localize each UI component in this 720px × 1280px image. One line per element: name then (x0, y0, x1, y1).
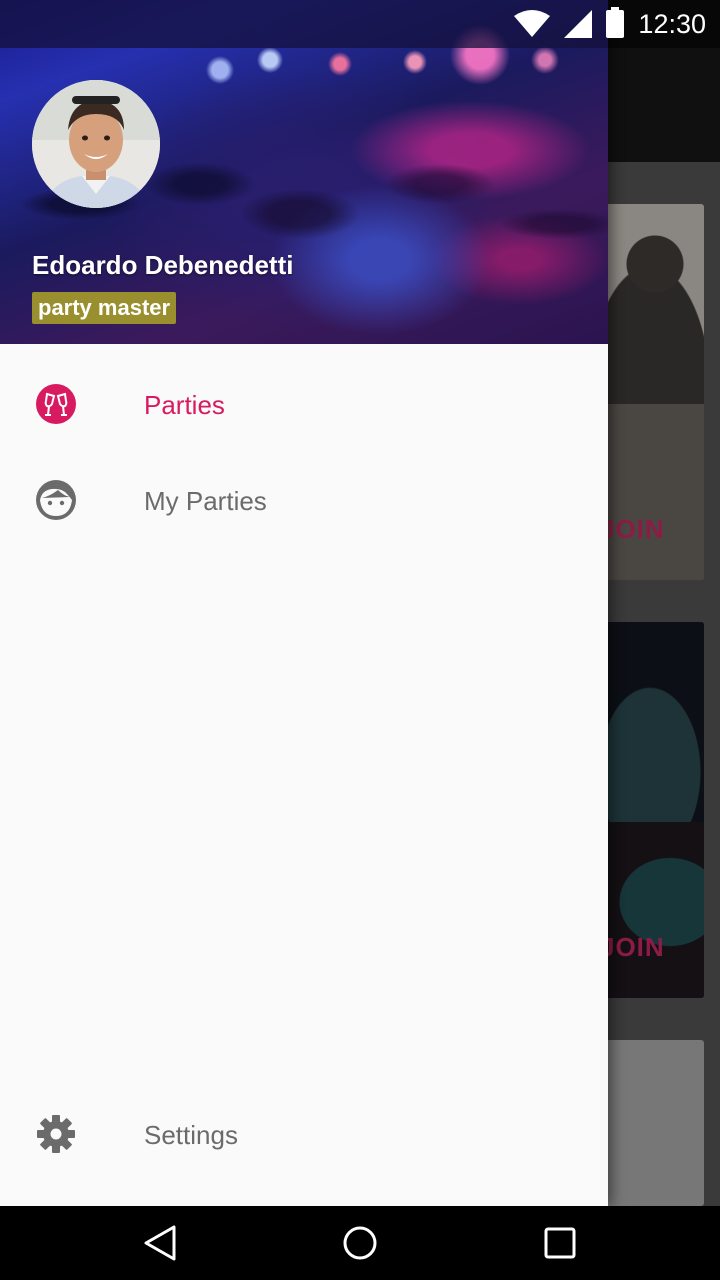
user-name: Edoardo Debenedetti (32, 250, 294, 280)
home-icon[interactable] (332, 1216, 388, 1270)
battery-icon (606, 7, 625, 38)
recents-icon[interactable] (532, 1216, 588, 1270)
menu-item-label: Settings (144, 1120, 238, 1150)
join-button: JOIN (600, 514, 665, 544)
status-bar: 12:30 (0, 0, 720, 48)
drawer-header: Edoardo Debenedetti party master (0, 0, 608, 344)
menu-item-parties[interactable]: Parties (0, 356, 608, 452)
menu-item-settings[interactable]: Settings (0, 1086, 608, 1182)
clock: 12:30 (638, 8, 706, 39)
menu-item-label: My Parties (144, 486, 267, 516)
wifi-icon (514, 10, 551, 37)
signal-icon (564, 10, 593, 38)
avatar-photo (32, 80, 160, 208)
gear-icon (37, 1115, 75, 1153)
status-icons: 12:30 (514, 6, 706, 42)
navigation-drawer: Edoardo Debenedetti party master Parties… (0, 0, 608, 1206)
user-role-badge: party master (32, 292, 177, 324)
join-button: JOIN (600, 932, 665, 962)
system-nav-bar (0, 1206, 720, 1280)
cheers-glasses-icon (36, 384, 76, 424)
menu-item-my-parties[interactable]: My Parties (0, 452, 608, 548)
back-icon[interactable] (132, 1216, 188, 1270)
avatar[interactable] (32, 80, 160, 208)
menu-item-label: Parties (144, 390, 225, 420)
face-icon (36, 480, 76, 520)
